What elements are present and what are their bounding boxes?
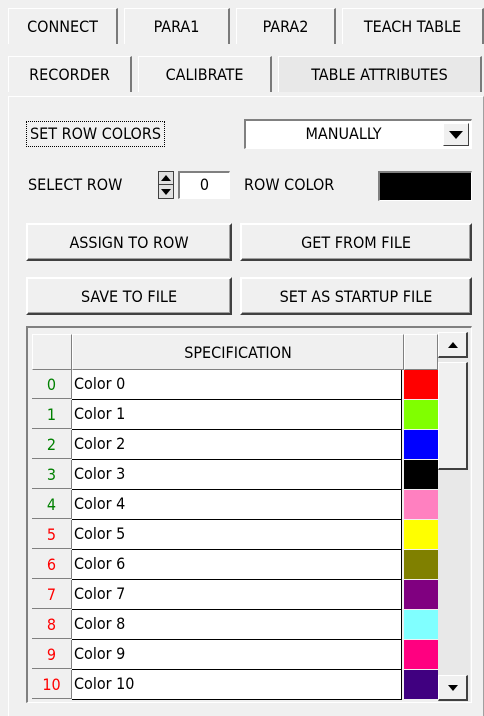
button-label: SAVE TO FILE bbox=[80, 286, 178, 306]
table-row[interactable]: 4 Color 4 bbox=[28, 490, 440, 520]
scroll-thumb[interactable] bbox=[438, 362, 468, 470]
table-row[interactable]: 3 Color 3 bbox=[28, 460, 440, 490]
tab-connect[interactable]: CONNECT bbox=[8, 8, 118, 44]
tab-table-attributes[interactable]: TABLE ATTRIBUTES bbox=[278, 56, 482, 92]
table-row[interactable]: 0 Color 0 bbox=[28, 370, 440, 400]
row-number: 5 bbox=[32, 520, 72, 549]
tab-recorder[interactable]: RECORDER bbox=[8, 56, 132, 92]
row-color-swatch bbox=[404, 610, 438, 639]
row-number: 1 bbox=[32, 400, 72, 429]
button-label: GET FROM FILE bbox=[301, 232, 411, 252]
scroll-down-icon[interactable] bbox=[438, 675, 468, 701]
row-number: 10 bbox=[32, 670, 72, 699]
table-row[interactable]: 1 Color 1 bbox=[28, 400, 440, 430]
stepper-down-icon[interactable] bbox=[159, 185, 173, 198]
set-as-startup-file-button[interactable]: SET AS STARTUP FILE bbox=[240, 277, 472, 315]
tab-label: PARA2 bbox=[262, 17, 309, 36]
row-specification[interactable]: Color 6 bbox=[72, 550, 402, 580]
dropdown-arrow-icon[interactable] bbox=[443, 123, 469, 146]
dropdown-value: MANUALLY bbox=[305, 124, 382, 143]
tab-label: RECORDER bbox=[29, 65, 110, 84]
row-specification[interactable]: Color 2 bbox=[72, 430, 402, 460]
tab-label: TABLE ATTRIBUTES bbox=[311, 65, 448, 84]
tab-label: CALIBRATE bbox=[165, 65, 244, 84]
row-color-swatch bbox=[404, 670, 438, 699]
table-row[interactable]: 10 Color 10 bbox=[28, 670, 440, 700]
select-row-label: SELECT ROW bbox=[28, 175, 123, 194]
table-row[interactable]: 2 Color 2 bbox=[28, 430, 440, 460]
set-row-colors-label: SET ROW COLORS bbox=[26, 121, 166, 147]
row-number: 9 bbox=[32, 640, 72, 669]
row-specification[interactable]: Color 5 bbox=[72, 520, 402, 550]
table-row[interactable]: 9 Color 9 bbox=[28, 640, 440, 670]
tab-teach-table[interactable]: TEACH TABLE bbox=[342, 8, 484, 44]
tab-label: CONNECT bbox=[27, 17, 98, 36]
row-specification[interactable]: Color 3 bbox=[72, 460, 402, 490]
button-label: SET AS STARTUP FILE bbox=[279, 286, 433, 306]
get-from-file-button[interactable]: GET FROM FILE bbox=[240, 223, 472, 261]
select-row-input[interactable]: 0 bbox=[178, 171, 230, 199]
row-specification[interactable]: Color 9 bbox=[72, 640, 402, 670]
table-row[interactable]: 6 Color 6 bbox=[28, 550, 440, 580]
tab-para1[interactable]: PARA1 bbox=[124, 8, 230, 44]
row-number: 8 bbox=[32, 610, 72, 639]
row-specification[interactable]: Color 4 bbox=[72, 490, 402, 520]
table-header-specification: SPECIFICATION bbox=[72, 334, 404, 370]
row-specification[interactable]: Color 1 bbox=[72, 400, 402, 430]
table-scrollbar[interactable] bbox=[438, 332, 470, 702]
button-label: ASSIGN TO ROW bbox=[69, 232, 189, 252]
stepper-up-icon[interactable] bbox=[159, 172, 173, 185]
table-header-color bbox=[404, 334, 438, 370]
tab-label: PARA1 bbox=[153, 17, 200, 36]
row-color-swatch bbox=[404, 580, 438, 609]
assign-to-row-button[interactable]: ASSIGN TO ROW bbox=[26, 223, 232, 261]
set-row-colors-dropdown[interactable]: MANUALLY bbox=[244, 119, 472, 149]
table-corner-header bbox=[32, 334, 72, 370]
row-specification[interactable]: Color 0 bbox=[72, 370, 402, 400]
row-color-swatch bbox=[404, 430, 438, 459]
tab-label: TEACH TABLE bbox=[363, 17, 462, 36]
row-color-swatch bbox=[404, 460, 438, 489]
row-number: 2 bbox=[32, 430, 72, 459]
row-color-swatch bbox=[404, 550, 438, 579]
table-row[interactable]: 5 Color 5 bbox=[28, 520, 440, 550]
table-row[interactable]: 8 Color 8 bbox=[28, 610, 440, 640]
row-number: 4 bbox=[32, 490, 72, 519]
tab-para2[interactable]: PARA2 bbox=[236, 8, 336, 44]
row-color-swatch bbox=[404, 370, 438, 399]
row-color-swatch bbox=[404, 400, 438, 429]
row-specification[interactable]: Color 10 bbox=[72, 670, 402, 700]
row-color-swatch bbox=[404, 520, 438, 549]
specification-table: SPECIFICATION 0 Color 0 1 Color 1 2 Color 23C… bbox=[26, 326, 472, 703]
row-color-swatch bbox=[404, 640, 438, 669]
row-number: 3 bbox=[32, 460, 72, 489]
row-number: 0 bbox=[32, 370, 72, 399]
table-row[interactable]: 7 Color 7 bbox=[28, 580, 440, 610]
row-number: 7 bbox=[32, 580, 72, 609]
scroll-up-icon[interactable] bbox=[438, 332, 468, 358]
row-number: 6 bbox=[32, 550, 72, 579]
row-color-swatch bbox=[404, 490, 438, 519]
row-color-label: ROW COLOR bbox=[244, 175, 335, 194]
row-specification[interactable]: Color 8 bbox=[72, 610, 402, 640]
tab-calibrate[interactable]: CALIBRATE bbox=[138, 56, 272, 92]
row-specification[interactable]: Color 7 bbox=[72, 580, 402, 610]
row-color-swatch[interactable] bbox=[378, 171, 472, 201]
select-row-stepper[interactable] bbox=[158, 171, 174, 199]
save-to-file-button[interactable]: SAVE TO FILE bbox=[26, 277, 232, 315]
